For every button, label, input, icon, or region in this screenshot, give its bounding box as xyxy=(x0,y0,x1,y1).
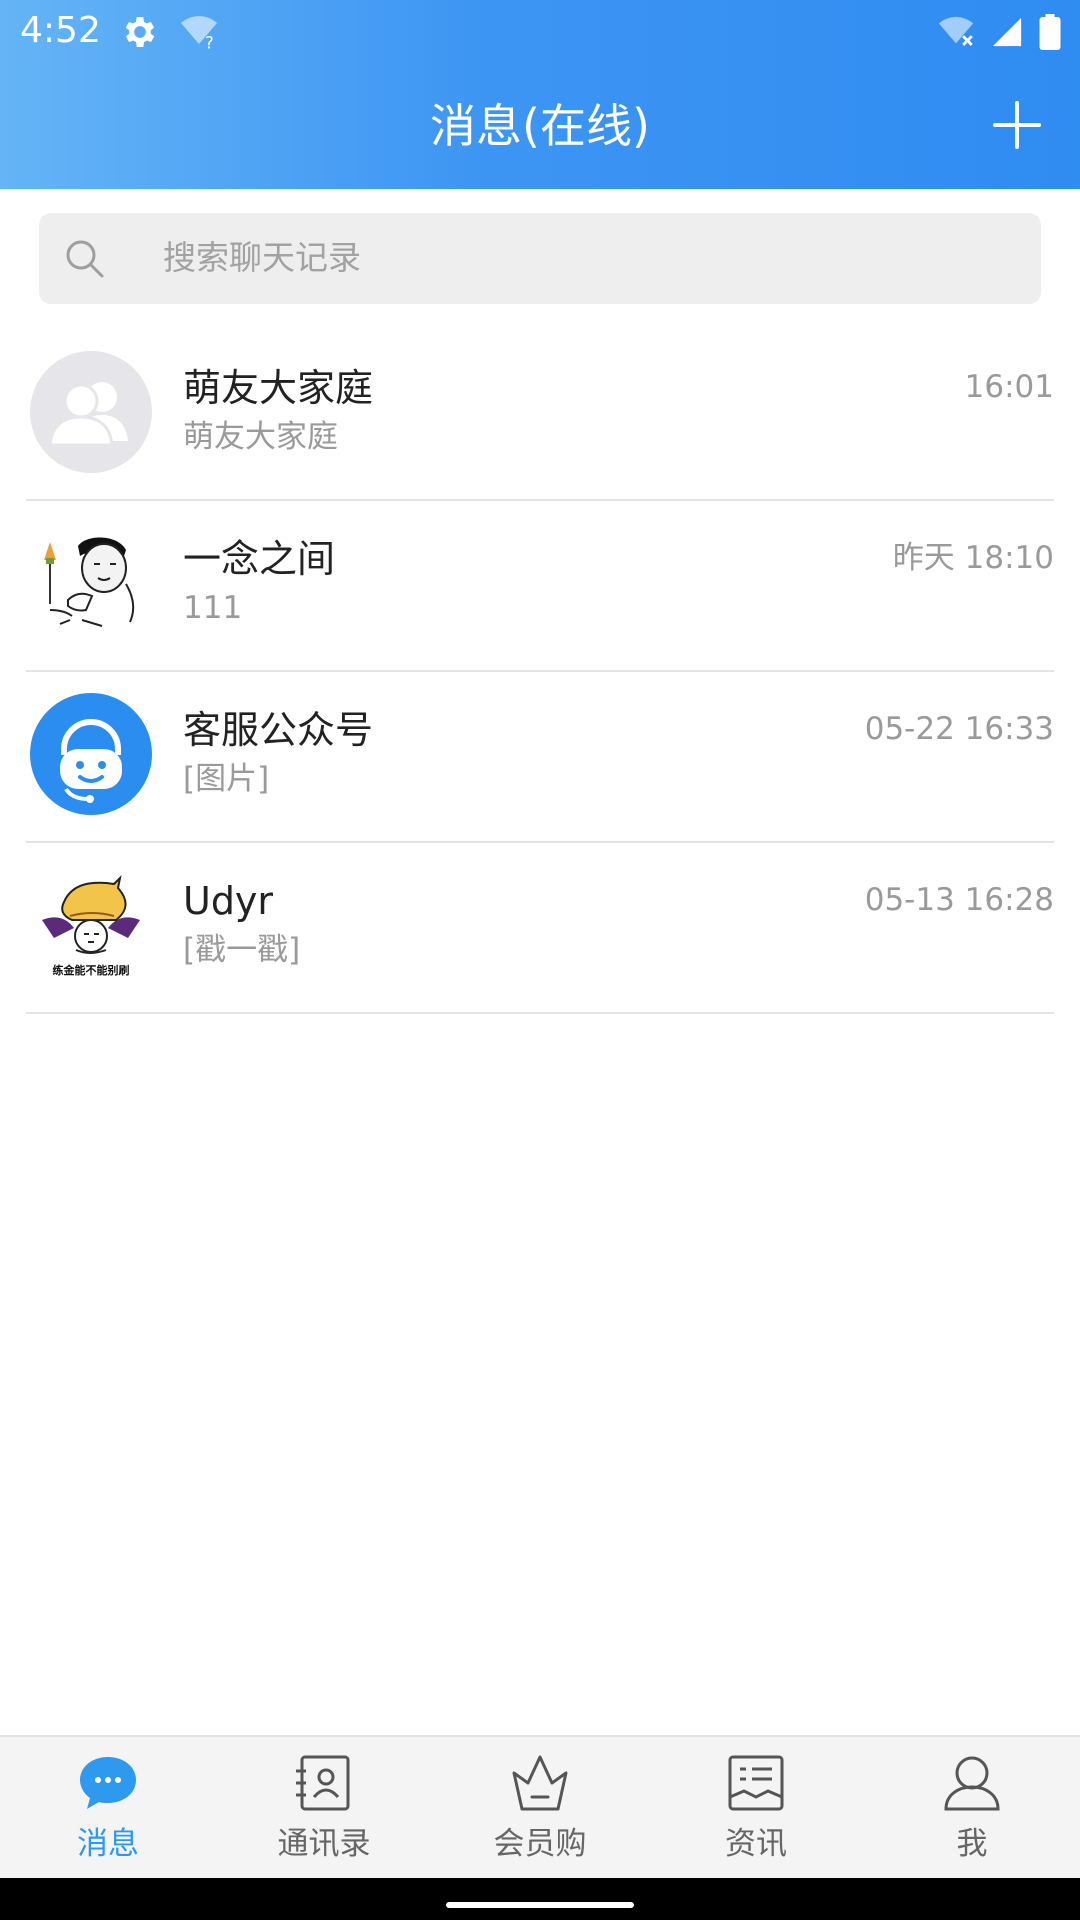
wifi-x-icon xyxy=(938,16,974,46)
chat-name: 客服公众号 xyxy=(183,708,374,752)
chat-item[interactable]: 客服公众号 [图片] 05-22 16:33 xyxy=(0,672,1080,843)
title-bar: 消息(在线) xyxy=(0,62,1080,189)
tab-label: 通讯录 xyxy=(277,1826,371,1862)
gear-icon xyxy=(125,17,155,47)
status-bar: 4:52 ? xyxy=(0,0,1080,62)
chat-item[interactable]: 萌友大家庭 萌友大家庭 16:01 xyxy=(0,330,1080,501)
chat-time: 05-13 16:28 xyxy=(864,882,1054,918)
tab-me[interactable]: 我 xyxy=(864,1737,1080,1878)
chat-item[interactable]: 练金能不能别刷 Udyr [戳一戳] 05-13 16:28 xyxy=(0,843,1080,1014)
home-gesture-handle[interactable] xyxy=(446,1902,634,1908)
chat-preview: [图片] xyxy=(183,761,270,797)
signal-icon xyxy=(992,17,1022,47)
chat-name: 萌友大家庭 xyxy=(183,366,374,410)
wifi-question-icon: ? xyxy=(181,16,217,51)
chat-name: 一念之间 xyxy=(183,537,336,581)
chat-preview: [戳一戳] xyxy=(183,932,301,968)
tab-label: 资讯 xyxy=(725,1826,787,1862)
meme-face-avatar xyxy=(30,522,152,644)
app-screen: 4:52 ? 消息(在线) 搜索聊天记录 萌友大家庭 萌友大家庭 16:01 一… xyxy=(0,0,1080,1920)
chat-time: 昨天 18:10 xyxy=(892,540,1054,576)
crown-icon xyxy=(512,1755,568,1811)
battery-icon xyxy=(1039,14,1061,50)
cartoon-avatar: 练金能不能别刷 xyxy=(30,864,152,986)
contacts-icon xyxy=(296,1755,350,1811)
chat-name: Udyr xyxy=(183,879,274,923)
chat-preview: 111 xyxy=(183,590,243,626)
bottom-nav: 消息 通讯录 会员购 资讯 我 xyxy=(0,1735,1080,1878)
tab-contacts[interactable]: 通讯录 xyxy=(216,1737,432,1878)
tab-label: 我 xyxy=(956,1826,988,1862)
chat-preview: 萌友大家庭 xyxy=(183,419,338,455)
status-icons-right xyxy=(936,12,1062,52)
header: 4:52 ? 消息(在线) xyxy=(0,0,1080,189)
tab-label: 会员购 xyxy=(493,1826,587,1862)
divider xyxy=(26,1012,1054,1014)
page-title: 消息(在线) xyxy=(430,99,650,153)
news-icon xyxy=(728,1755,784,1811)
meme-face-image xyxy=(44,537,135,627)
chat-time: 05-22 16:33 xyxy=(864,711,1054,747)
chat-list: 萌友大家庭 萌友大家庭 16:01 一念之间 111 昨天 18:10 客服公众… xyxy=(0,330,1080,1014)
svg-text:?: ? xyxy=(205,34,214,51)
chat-item[interactable]: 一念之间 111 昨天 18:10 xyxy=(0,501,1080,672)
tab-messages[interactable]: 消息 xyxy=(0,1737,216,1878)
tab-member-shop[interactable]: 会员购 xyxy=(432,1737,648,1878)
group-avatar xyxy=(30,351,152,473)
status-time: 4:52 xyxy=(20,10,101,51)
avatar-caption: 练金能不能别刷 xyxy=(52,964,130,977)
search-input[interactable]: 搜索聊天记录 xyxy=(39,213,1041,304)
chat-bubble-icon xyxy=(80,1757,136,1809)
tab-news[interactable]: 资讯 xyxy=(648,1737,864,1878)
group-people-icon xyxy=(48,382,128,447)
chat-time: 16:01 xyxy=(964,369,1054,405)
headset-icon xyxy=(60,719,122,803)
search-placeholder: 搜索聊天记录 xyxy=(163,238,361,277)
customer-service-avatar xyxy=(30,693,152,815)
tab-label: 消息 xyxy=(77,1826,139,1862)
person-icon xyxy=(944,1756,1000,1811)
plus-icon[interactable] xyxy=(992,100,1042,150)
search-icon xyxy=(66,240,104,278)
gesture-navigation-bar xyxy=(0,1878,1080,1920)
